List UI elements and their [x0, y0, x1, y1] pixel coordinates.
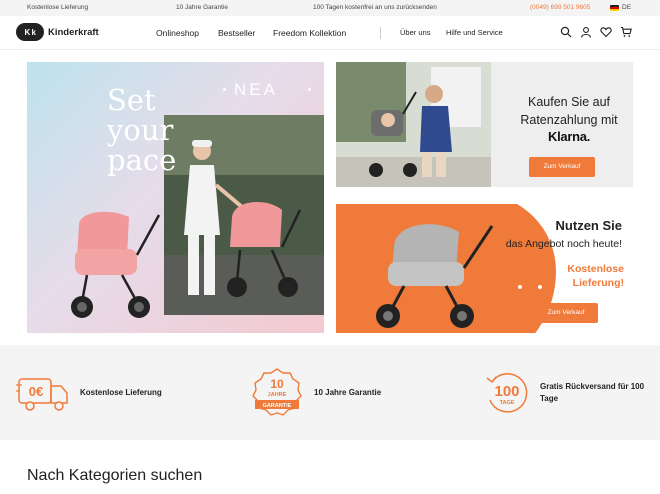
badge-ten: 10 [270, 377, 284, 391]
hero-product-name: NEA [234, 80, 278, 99]
nav-item-about[interactable]: Über uns [400, 28, 430, 37]
dot-right [308, 88, 311, 91]
warranty-info: 10 Jahre Garantie [176, 4, 229, 11]
account-icon[interactable] [580, 26, 592, 38]
nav-item-freedom[interactable]: Freedom Kollektion [273, 28, 346, 38]
benefits-bar: 0€ Kostenlose Lieferung 10 JAHRE GARANTI… [0, 345, 660, 440]
logo[interactable]: K k Kinderkraft [16, 23, 99, 41]
promo2-offer-line-2: Lieferung! [572, 277, 624, 289]
benefit-label-warranty: 10 Jahre Garantie [314, 387, 382, 397]
promo-banner-free-delivery[interactable]: Nutzen Sie das Angebot noch heute! 0€ Ko… [336, 204, 633, 333]
shipping-info: Kostenlose Lieferung [27, 4, 89, 11]
nav-item-help[interactable]: Hilfe und Service [446, 28, 503, 37]
tagline-line-3: pace [107, 143, 177, 177]
badge-garantie: GARANTIE [263, 403, 292, 409]
benefit-label-returns: Gratis Rückversand für 100 Tage [540, 381, 645, 403]
logo-text: Kinderkraft [48, 26, 99, 38]
badge-zero-euro: 0€ [519, 273, 529, 283]
nav-item-bestseller[interactable]: Bestseller [218, 28, 255, 38]
benefit-badge-zero: 0€ [29, 384, 43, 399]
hero-tagline: Set your pace [107, 85, 176, 175]
warranty-badge-icon: 10 JAHRE GARANTIE [252, 367, 302, 416]
language-label: DE [622, 4, 632, 11]
promo-banner-klarna[interactable]: Kaufen Sie auf Ratenzahlung mit Klarna. … [336, 62, 633, 187]
top-info-bar: Kostenlose Lieferung 10 Jahre Garantie 1… [0, 0, 660, 16]
cart-icon[interactable] [620, 26, 632, 38]
benefit-returns: 100 TAGE Gratis Rückversand für 100 Tage [484, 345, 650, 440]
benefit-label-delivery: Kostenlose Lieferung [80, 387, 162, 397]
hero-banner-nea[interactable]: NEA Set your pace [27, 62, 324, 333]
nav-divider [380, 27, 381, 39]
truck-icon: 0€ [16, 377, 68, 411]
stroller-image-grey [376, 224, 494, 328]
heart-icon[interactable] [600, 26, 612, 38]
search-icon[interactable] [560, 26, 572, 38]
badge-tage: TAGE [500, 400, 515, 406]
dot-left [223, 88, 226, 91]
header-icons [560, 26, 632, 38]
return-icon: 100 TAGE [486, 372, 528, 413]
promo2-offer: Kostenlose Lieferung! [544, 262, 624, 290]
site-header: K k Kinderkraft Onlineshop Bestseller Fr… [0, 16, 660, 50]
promo1-line-2: Ratenzahlung mit [520, 113, 618, 127]
benefit-warranty: 10 JAHRE GARANTIE 10 Jahre Garantie [248, 345, 381, 440]
promo-photo-family [336, 62, 491, 187]
klarna-logo: Klarna. [548, 129, 590, 144]
benefit-free-delivery: 0€ Kostenlose Lieferung [16, 345, 162, 440]
promo2-headline: Nutzen Sie [555, 218, 622, 233]
badge-jahre: JAHRE [268, 392, 287, 398]
stroller-image-right [227, 201, 302, 297]
nav-item-onlineshop[interactable]: Onlineshop [156, 28, 199, 38]
promo1-text: Kaufen Sie auf Ratenzahlung mit [511, 93, 627, 129]
promo2-subline: das Angebot noch heute! [505, 238, 622, 250]
promo1-line-1: Kaufen Sie auf [527, 95, 610, 109]
phone-link[interactable]: (0049) 699 501 9605 [530, 4, 590, 11]
returns-info: 100 Tagen kostenfrei an uns zurücksenden [313, 4, 437, 11]
tagline-line-2: your [107, 113, 174, 147]
logo-mark: K k [16, 23, 44, 41]
promo1-button[interactable]: Zum Verkauf [529, 157, 595, 177]
badge-hundred: 100 [494, 383, 519, 400]
stroller-image-left [71, 211, 161, 318]
section-title: Nach Kategorien suchen [27, 467, 203, 484]
language-selector[interactable]: DE [610, 4, 631, 11]
promo2-offer-line-1: Kostenlose [567, 263, 624, 275]
promo2-button[interactable]: Zum Verkauf [534, 303, 598, 323]
delivery-truck-icon: 0€ [512, 268, 547, 291]
flag-de-icon [610, 4, 619, 11]
tagline-line-1: Set [107, 83, 156, 117]
